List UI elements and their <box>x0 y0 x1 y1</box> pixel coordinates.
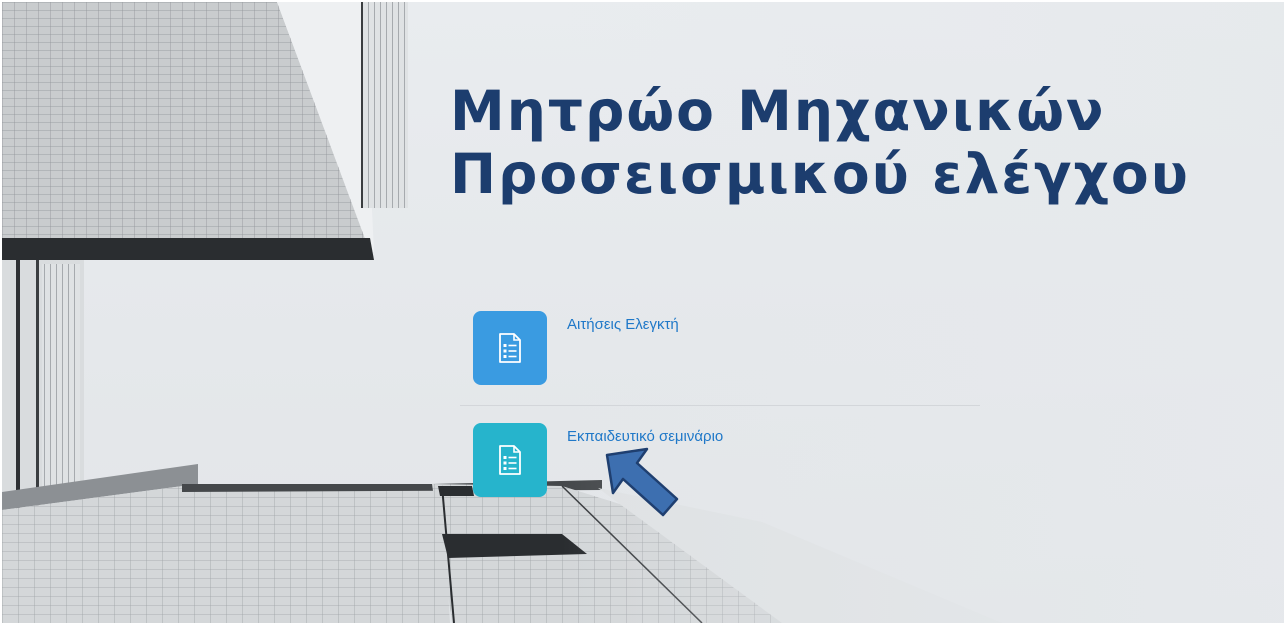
menu-item-training-seminar[interactable]: Εκπαιδευτικό σεμινάριο <box>473 423 993 499</box>
menu-item-tile[interactable] <box>473 311 547 385</box>
menu-divider <box>460 405 980 406</box>
page-title-line-2: Προσεισμικού ελέγχου <box>450 142 1190 206</box>
menu-item-label[interactable]: Εκπαιδευτικό σεμινάριο <box>567 428 723 445</box>
menu-item-tile[interactable] <box>473 423 547 497</box>
document-list-icon <box>499 333 521 363</box>
menu-item-label[interactable]: Αιτήσεις Ελεγκτή <box>567 316 679 333</box>
document-list-icon <box>499 445 521 475</box>
page-title: Μητρώο Μηχανικών Προσεισμικού ελέγχου <box>450 80 1190 206</box>
page: Μητρώο Μηχανικών Προσεισμικού ελέγχου Αι… <box>2 2 1284 623</box>
page-title-line-1: Μητρώο Μηχανικών <box>450 79 1106 143</box>
menu-item-auditor-applications[interactable]: Αιτήσεις Ελεγκτή <box>473 311 993 387</box>
arrow-pointer-icon <box>605 447 679 517</box>
